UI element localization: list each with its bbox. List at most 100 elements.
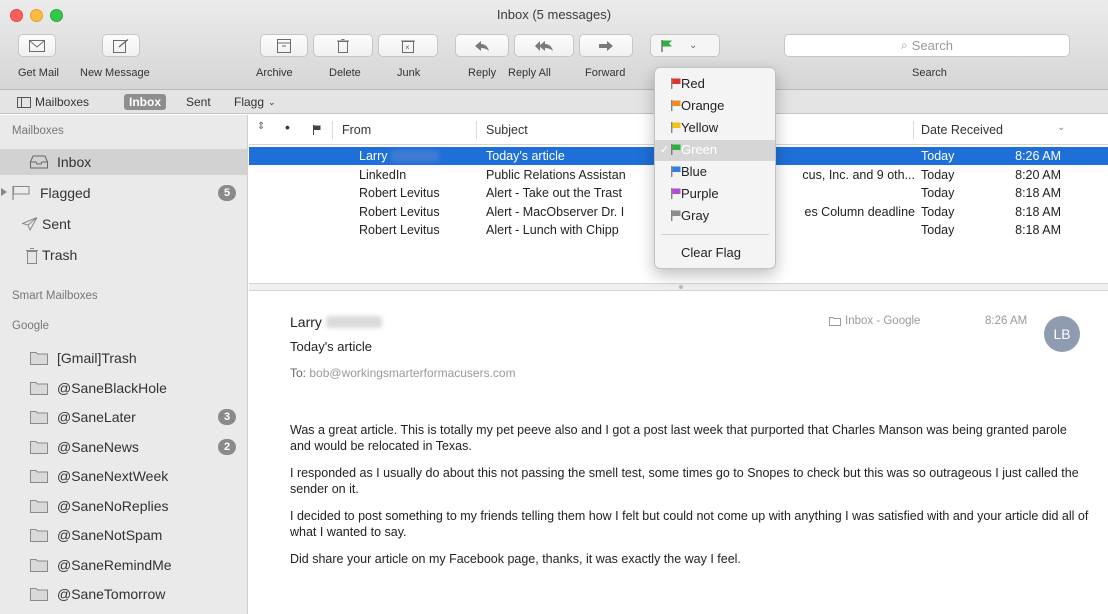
delete-label: Delete (329, 67, 361, 79)
sidebar-item-label: @SaneNews (57, 438, 139, 455)
junk-label: Junk (397, 67, 421, 79)
to-label: To: (290, 366, 307, 380)
unread-count-badge: 3 (218, 409, 236, 425)
flag-menu-item-blue[interactable]: Blue (655, 162, 775, 183)
message-subject: Alert - Take out the Trast (486, 186, 622, 200)
sidebar-item-folder[interactable]: @SaneTomorrow (0, 581, 247, 607)
folder-icon (30, 470, 48, 483)
toolbar: Inbox (5 messages) Get Mail New Message … (0, 0, 1108, 90)
recipient-address[interactable]: bob@workingsmarterformacusers.com (309, 366, 515, 380)
sidebar-item-inbox[interactable]: Inbox (0, 149, 247, 175)
sidebar-item-folder[interactable]: @SaneLater 3 (0, 404, 247, 430)
redacted-surname (325, 316, 382, 328)
favorites-flagged-button[interactable]: Flagg ⌄ (229, 94, 281, 110)
sidebar-item-label: @SaneBlackHole (57, 379, 167, 396)
junk-button[interactable]: × (378, 34, 438, 57)
green-flag-icon (661, 39, 672, 52)
column-divider (913, 121, 914, 139)
subject-column-header[interactable]: Subject (486, 123, 528, 137)
flag-icon (671, 122, 681, 133)
flag-menu-item-yellow[interactable]: Yellow (655, 118, 775, 139)
favorites-inbox-button[interactable]: Inbox (124, 94, 166, 110)
new-message-button[interactable] (102, 34, 140, 57)
body-paragraph: Was a great article. This is totally my … (290, 423, 1067, 453)
reply-all-button[interactable] (514, 34, 574, 57)
new-message-label: New Message (80, 67, 150, 79)
message-date: Today (921, 167, 955, 182)
message-subject: Alert - Lunch with Chipp (486, 223, 619, 237)
sidebar-item-folder[interactable]: @SaneNextWeek (0, 463, 247, 489)
mailboxes-header: Mailboxes (12, 125, 64, 137)
sidebar-item-folder[interactable]: [Gmail]Trash (0, 345, 247, 371)
message-date: Today (921, 223, 955, 237)
pane-splitter[interactable] (249, 283, 1108, 291)
clear-flag-menu-item[interactable]: Clear Flag (681, 245, 741, 260)
date-column-header[interactable]: Date Received (921, 123, 1003, 137)
message-subject: Today's article (486, 149, 565, 163)
flag-menu-item-label: Yellow (681, 120, 719, 135)
sidebar-item-folder[interactable]: @SaneNews 2 (0, 434, 247, 460)
folder-icon (30, 440, 48, 454)
reply-button[interactable] (455, 34, 509, 57)
column-divider (476, 121, 477, 139)
message-sender: Robert Levitus (359, 186, 440, 200)
flag-menu-item-green[interactable]: ✓ Green (655, 140, 775, 161)
sender-name: Larry (290, 314, 322, 330)
sidebar-item-folder[interactable]: @SaneRemindMe (0, 552, 247, 578)
body-paragraph: I decided to post something to my friend… (290, 509, 1089, 539)
thread-sort-icon[interactable]: ⇕ (257, 121, 265, 132)
sidebar-item-sent[interactable]: Sent (0, 211, 247, 237)
search-icon: ⌕ (901, 38, 908, 52)
message-date: Today (921, 204, 955, 219)
message-sender: LinkedIn (359, 167, 407, 182)
from-column-header[interactable]: From (342, 123, 371, 137)
sidebar-item-folder[interactable]: @SaneBlackHole (0, 375, 247, 401)
flag-column-icon[interactable] (313, 124, 321, 138)
delete-button[interactable] (313, 34, 373, 57)
sidebar-item-folder[interactable]: @SaneNoReplies (0, 493, 247, 519)
flag-menu-item-label: Purple (681, 186, 719, 201)
archive-box-icon (277, 38, 291, 53)
search-field[interactable]: ⌕ Search (784, 34, 1070, 57)
reply-all-label: Reply All (508, 67, 551, 79)
forward-button[interactable] (579, 34, 633, 57)
sidebar-item-label: @SaneTomorrow (57, 586, 166, 602)
sidebar-item-label: Trash (42, 247, 78, 263)
flag-menu-item-label: Green (681, 142, 718, 157)
sidebar-item-folder[interactable]: @SaneNotSpam (0, 522, 247, 548)
sidebar-item-label: @SaneLater (57, 409, 136, 425)
unread-column-dot-icon[interactable]: • (285, 119, 290, 135)
sidebar-item-flagged[interactable]: Flagged 5 (0, 180, 247, 206)
trash-icon (26, 248, 38, 264)
sidebar-item-label: Inbox (57, 154, 92, 170)
chevron-down-icon: ⌄ (689, 40, 698, 51)
chevron-down-icon[interactable]: ⌄ (1057, 122, 1065, 133)
get-mail-button[interactable] (18, 34, 56, 57)
get-mail-label: Get Mail (18, 67, 59, 79)
favorites-mailboxes-button[interactable]: Mailboxes (12, 94, 94, 110)
flag-icon (671, 78, 681, 89)
google-account-header: Google (12, 320, 50, 332)
favorites-sent-button[interactable]: Sent (181, 94, 216, 110)
folder-icon (30, 352, 48, 365)
flag-color-menu: Red Orange Yellow ✓ Green Blue Purple Gray Clea… (654, 67, 776, 269)
reply-arrow-icon (475, 40, 489, 51)
sidebar-item-trash[interactable]: Trash (0, 242, 247, 268)
menu-separator (661, 234, 769, 235)
flag-menu-item-gray[interactable]: Gray (655, 206, 775, 227)
splitter-grip-icon (679, 285, 683, 289)
flag-menu-item-label: Red (681, 76, 705, 91)
unread-count-badge: 2 (218, 438, 236, 455)
archive-button[interactable] (260, 34, 308, 57)
message-recipients: To: bob@workingsmarterformacusers.com (290, 366, 516, 380)
junk-bin-icon: × (401, 40, 415, 53)
flag-menu-item-red[interactable]: Red (655, 74, 775, 95)
flag-button[interactable]: ⌄ (650, 34, 720, 57)
message-sender: Robert Levitus (359, 204, 440, 219)
column-divider (332, 121, 333, 139)
flag-menu-item-orange[interactable]: Orange (655, 96, 775, 117)
search-placeholder: Search (911, 38, 953, 53)
disclosure-triangle-icon[interactable] (1, 188, 7, 196)
compose-icon (113, 38, 129, 53)
flag-menu-item-purple[interactable]: Purple (655, 184, 775, 205)
